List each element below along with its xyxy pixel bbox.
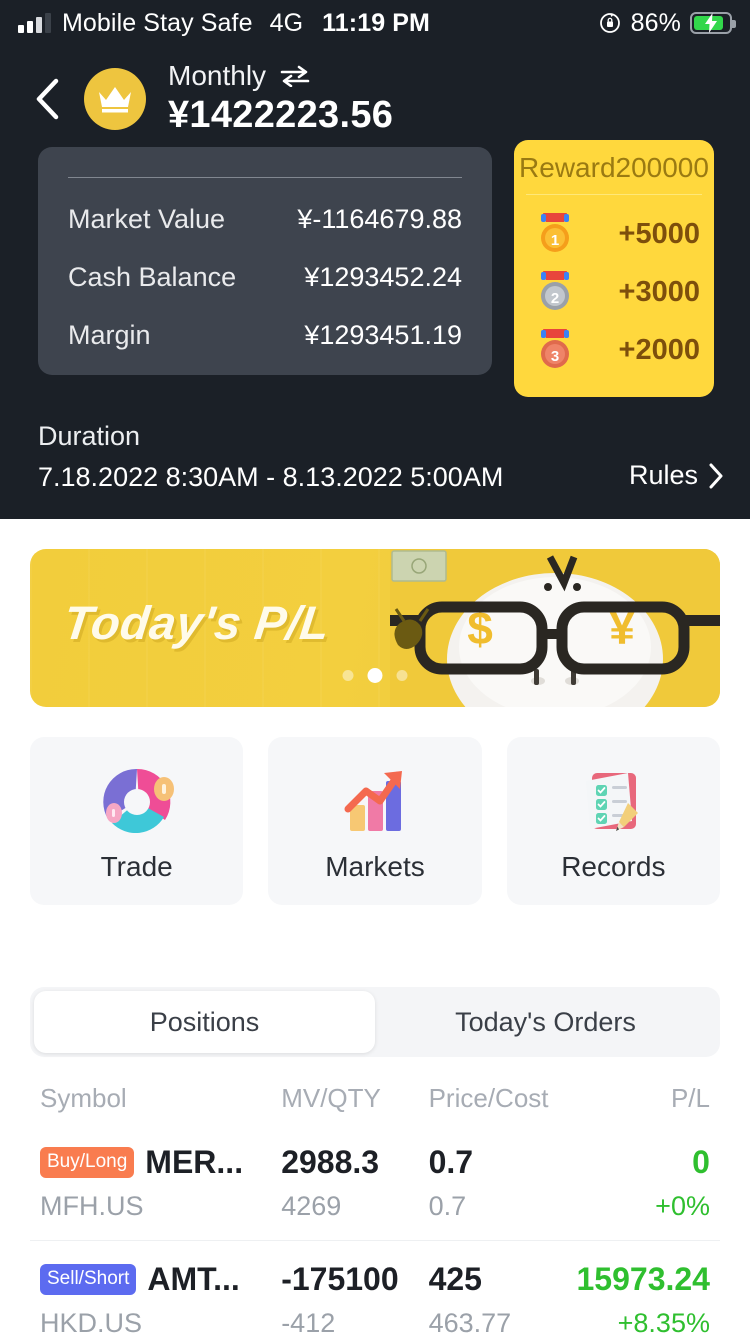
account-balance: ¥1422223.56 <box>168 94 394 136</box>
column-header-pl: P/L <box>670 1083 710 1113</box>
positions-orders-tabs: Positions Today's Orders <box>30 987 720 1057</box>
stat-value: ¥-1164679.88 <box>297 204 462 234</box>
battery-charging-icon <box>690 12 736 34</box>
tab-label: Positions <box>149 1006 260 1037</box>
quantity: -412 <box>281 1308 336 1334</box>
ticker: HKD.US <box>40 1308 143 1334</box>
symbol-name: AMT... <box>147 1261 240 1297</box>
symbol-name: MER... <box>145 1144 244 1180</box>
carousel-dots <box>342 668 408 683</box>
svg-text:2: 2 <box>551 290 559 307</box>
chevron-right-icon <box>709 463 723 488</box>
reward-row-first: 1 +5000 <box>514 205 714 263</box>
table-row[interactable]: Sell/Short AMT... -175100 425 15973.24 H… <box>30 1241 720 1334</box>
quantity: 4269 <box>281 1191 342 1221</box>
charging-bolt-icon <box>705 13 717 33</box>
back-button[interactable] <box>24 76 70 122</box>
crown-icon <box>99 86 131 112</box>
action-records[interactable]: Records <box>506 737 720 905</box>
cost: 463.77 <box>428 1308 512 1334</box>
silver-medal-icon: 2 <box>541 271 569 310</box>
stat-row-cash-balance: Cash Balance ¥1293452.24 <box>68 262 462 293</box>
stat-label: Cash Balance <box>68 262 237 292</box>
position-side-badge: Sell/Short <box>40 1264 137 1295</box>
reward-card[interactable]: Reward200000 1 +5000 2 +3000 3 +2000 <box>514 140 714 397</box>
price: 425 <box>428 1261 482 1297</box>
stat-label: Margin <box>68 320 151 350</box>
table-row[interactable]: Buy/Long MER... 2988.3 0.7 0 MFH.US 4269… <box>30 1124 720 1241</box>
bar-chart-arrow-icon <box>344 771 402 831</box>
duration-value: 7.18.2022 8:30AM - 8.13.2022 5:00AM <box>38 462 504 492</box>
crown-avatar <box>84 67 146 130</box>
duration-section: Duration 7.18.2022 8:30AM - 8.13.2022 5:… <box>0 397 750 493</box>
reward-amount: +3000 <box>618 275 700 308</box>
signal-bars-icon <box>18 13 51 33</box>
duration-label: Duration <box>38 421 141 451</box>
price: 0.7 <box>428 1144 474 1180</box>
stat-label: Market Value <box>68 204 226 234</box>
account-stats-card: Market Value ¥-1164679.88 Cash Balance ¥… <box>38 147 492 375</box>
pie-chart-icon <box>102 768 174 834</box>
checklist-pencil-icon <box>586 773 639 831</box>
reward-title: Reward200000 <box>519 152 709 183</box>
tab-positions[interactable]: Positions <box>34 991 375 1053</box>
market-value: 2988.3 <box>281 1144 380 1180</box>
action-markets[interactable]: Markets <box>268 737 482 905</box>
reward-row-second: 2 +3000 <box>514 263 714 321</box>
svg-text:3: 3 <box>551 348 559 365</box>
network-type-label: 4G <box>269 8 304 37</box>
market-value: -175100 <box>281 1261 399 1297</box>
pl-value: 15973.24 <box>576 1261 710 1297</box>
reward-row-third: 3 +2000 <box>514 321 714 379</box>
bronze-medal-icon: 3 <box>541 329 569 368</box>
reward-amount: +5000 <box>618 217 700 250</box>
action-label: Markets <box>325 851 425 882</box>
carousel-dot-2[interactable] <box>367 668 383 683</box>
rotation-lock-icon <box>599 13 620 33</box>
battery-percent-label: 86% <box>630 8 681 37</box>
banner-title: Today's P/L <box>60 596 333 649</box>
rules-link[interactable]: Rules <box>629 460 724 493</box>
carousel-dot-1[interactable] <box>342 670 354 681</box>
stat-row-margin: Margin ¥1293451.19 <box>68 320 462 351</box>
status-bar: Mobile Stay Safe 4G 11:19 PM 86% <box>0 0 750 46</box>
stat-value: ¥1293451.19 <box>304 320 462 350</box>
main-content: $ ¥ Today's P/L Trade Markets Records Po… <box>0 549 750 1334</box>
action-label: Trade <box>100 851 173 882</box>
piggy-bank-glasses-image: $ ¥ <box>390 549 720 707</box>
action-trade[interactable]: Trade <box>30 737 244 905</box>
ticker: MFH.US <box>40 1191 144 1221</box>
swap-arrows-icon[interactable] <box>280 65 310 87</box>
svg-text:1: 1 <box>551 232 559 249</box>
carousel-dot-3[interactable] <box>396 670 408 681</box>
promo-banner[interactable]: $ ¥ Today's P/L <box>30 549 720 707</box>
tab-label: Today's Orders <box>455 1006 636 1037</box>
stat-row-market-value: Market Value ¥-1164679.88 <box>68 204 462 235</box>
clock-label: 11:19 PM <box>322 8 430 37</box>
pl-value: 0 <box>692 1144 710 1180</box>
column-header-symbol: Symbol <box>40 1083 127 1113</box>
pl-percent: +8.35% <box>617 1308 710 1334</box>
position-side-badge: Buy/Long <box>40 1147 135 1178</box>
reward-amount: +2000 <box>618 333 700 366</box>
gold-medal-icon: 1 <box>541 213 569 252</box>
column-header-price-cost: Price/Cost <box>428 1083 549 1113</box>
cost: 0.7 <box>428 1191 467 1221</box>
account-header: Monthly ¥1422223.56 Market Value ¥-11646… <box>0 46 750 519</box>
tab-todays-orders[interactable]: Today's Orders <box>375 991 716 1053</box>
back-chevron-icon <box>36 78 59 119</box>
quick-actions: Trade Markets Records <box>30 737 720 905</box>
column-header-mv-qty: MV/QTY <box>281 1083 381 1113</box>
reward-divider <box>526 194 702 195</box>
table-header: Symbol MV/QTY Price/Cost P/L <box>30 1057 720 1124</box>
stats-divider <box>68 177 462 178</box>
pl-percent: +0% <box>655 1191 710 1221</box>
stat-value: ¥1293452.24 <box>304 262 462 292</box>
rules-label: Rules <box>628 460 698 490</box>
period-label: Monthly <box>168 60 267 91</box>
action-label: Records <box>561 851 666 882</box>
carrier-label: Mobile Stay Safe <box>62 8 253 37</box>
